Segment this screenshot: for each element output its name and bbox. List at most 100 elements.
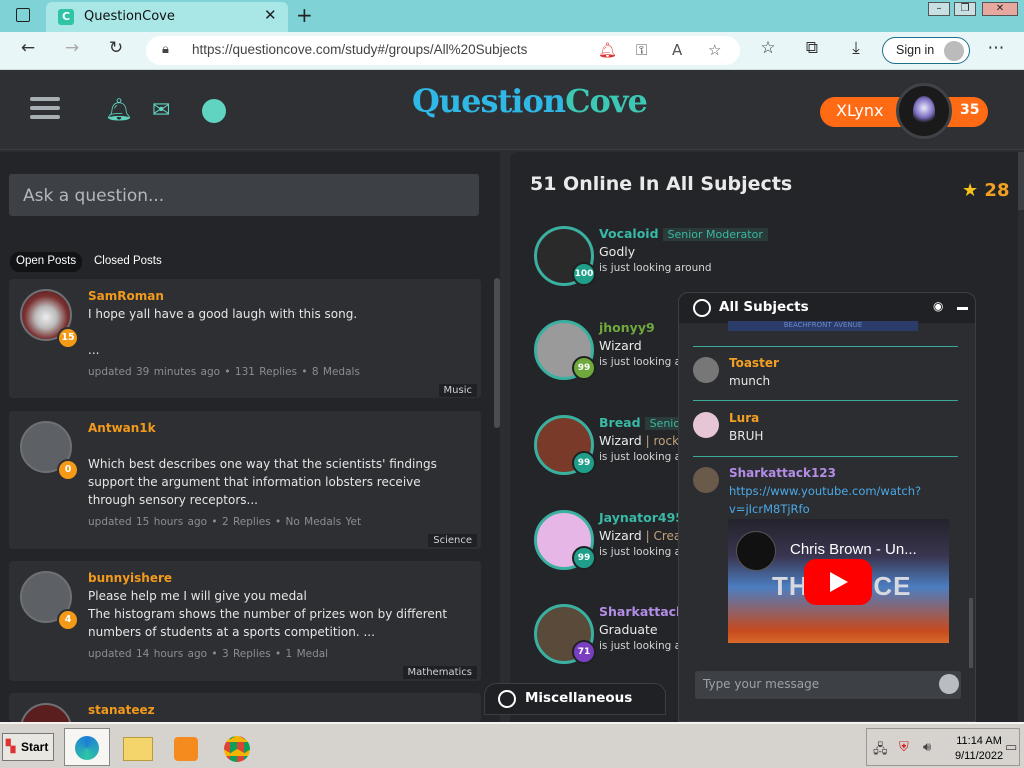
post-score-badge: 0: [57, 459, 79, 481]
tab-open-posts[interactable]: Open Posts: [10, 252, 83, 272]
edge-taskbar-icon[interactable]: [64, 728, 110, 766]
sign-in-button[interactable]: Sign in: [882, 37, 970, 64]
level-badge: 100: [572, 262, 596, 286]
stars-count: ★ 28: [962, 180, 1009, 201]
user-avatar[interactable]: [896, 83, 952, 139]
read-aloud-icon[interactable]: A: [672, 41, 682, 59]
post-category[interactable]: Music: [438, 384, 477, 397]
file-explorer-icon[interactable]: [114, 728, 160, 766]
online-user-title: Godly: [599, 244, 635, 259]
post-category[interactable]: Science: [428, 534, 477, 547]
post-card[interactable]: 0 Antwan1k Which best describes one way …: [9, 411, 481, 549]
ask-question-input[interactable]: Ask a question...: [9, 174, 479, 216]
youtube-embed[interactable]: THE ENCE Chris Brown - Un...: [728, 519, 949, 643]
video-title[interactable]: Chris Brown - Un...: [790, 541, 917, 558]
mail-icon[interactable]: ✉: [152, 98, 170, 123]
post-author[interactable]: SamRoman: [88, 289, 164, 303]
key-icon[interactable]: ⚿: [636, 41, 647, 59]
post-author[interactable]: Antwan1k: [88, 421, 156, 435]
chat-divider: [693, 346, 958, 347]
media-player-icon[interactable]: [164, 728, 210, 766]
chat-username[interactable]: Toaster: [729, 356, 779, 370]
logo-question: Question: [412, 82, 566, 120]
chat-avatar[interactable]: [693, 357, 719, 383]
online-user-name-text: Bread: [599, 415, 641, 430]
clock[interactable]: 11:14 AM 9/11/2022: [955, 734, 1003, 764]
chat-scrollbar[interactable]: [969, 598, 973, 668]
online-user-name[interactable]: jhonyy9: [599, 320, 655, 335]
post-card[interactable]: 15 SamRoman I hope yall have a good laug…: [9, 279, 481, 398]
network-icon[interactable]: 🖧: [873, 740, 888, 762]
chrome-taskbar-icon[interactable]: [214, 728, 260, 766]
emoji-icon[interactable]: [939, 674, 959, 694]
logo-cove: Cove: [565, 82, 648, 120]
favorites-icon[interactable]: ☆: [756, 38, 780, 58]
chat-username[interactable]: Sharkattack123: [729, 466, 836, 480]
minimize-window-button[interactable]: –: [928, 2, 950, 16]
notification-blocked-icon[interactable]: 🔔︎: [598, 41, 617, 59]
taskbar: ▚ Start 🖧 ⛨ 🔊︎ 11:14 AM 9/11/2022 ▭: [0, 722, 1024, 768]
forward-icon[interactable]: →: [60, 38, 84, 58]
back-icon[interactable]: ←: [16, 38, 40, 58]
post-card[interactable]: stanateez: [9, 693, 481, 722]
online-user-name-text: Jaynator495: [599, 510, 685, 525]
menu-icon[interactable]: [30, 97, 60, 119]
channel-avatar[interactable]: [736, 531, 776, 571]
address-bar[interactable]: 🔒︎ https://questioncove.com/study#/group…: [146, 36, 740, 65]
close-window-button[interactable]: ✕: [982, 2, 1018, 16]
bell-icon[interactable]: 🔔︎: [105, 98, 133, 123]
post-meta: updated 14 hours ago • 3 Replies • 1 Med…: [88, 648, 329, 660]
chat-header[interactable]: All Subjects ◉: [679, 293, 975, 323]
browser-tab[interactable]: C QuestionCove ✕: [46, 2, 288, 32]
online-user-name[interactable]: Vocaloid Senior Moderator: [599, 226, 768, 241]
questioncove-logo[interactable]: QuestionCove: [412, 82, 648, 120]
security-icon[interactable]: ⛨: [899, 740, 909, 755]
chat-message-link[interactable]: https://www.youtube.com/watch?v=jIcrM8Tj…: [729, 482, 939, 518]
misc-chat-tab[interactable]: Miscellaneous: [484, 683, 666, 715]
online-user-name[interactable]: Bread Senior: [599, 415, 690, 430]
refresh-icon[interactable]: ↻: [104, 38, 128, 58]
chat-avatar[interactable]: [693, 412, 719, 438]
online-user-title-text: Graduate: [599, 622, 658, 637]
post-score-badge: 4: [57, 609, 79, 631]
posts-scrollbar[interactable]: [494, 278, 500, 428]
url-text[interactable]: https://questioncove.com/study#/groups/A…: [192, 42, 527, 57]
chat-avatar[interactable]: [693, 467, 719, 493]
add-favorite-icon[interactable]: ☆: [708, 41, 721, 59]
page-scrollbar[interactable]: [1018, 152, 1024, 210]
system-tray: 🖧 ⛨ 🔊︎ 11:14 AM 9/11/2022 ▭: [866, 728, 1020, 766]
post-avatar[interactable]: [20, 703, 72, 722]
show-desktop-icon[interactable]: ▭: [1005, 740, 1017, 755]
new-tab-icon[interactable]: +: [296, 3, 313, 27]
hide-eye-icon[interactable]: ◉: [933, 299, 943, 313]
start-button[interactable]: ▚ Start: [2, 733, 54, 761]
chat-message-text: munch: [729, 374, 771, 388]
close-tab-icon[interactable]: ✕: [264, 6, 277, 24]
post-text-more: The histogram shows the number of prizes…: [88, 607, 448, 639]
downloads-icon[interactable]: ⤓: [844, 38, 868, 58]
online-user-title: Wizard | rock: [599, 433, 679, 448]
volume-icon[interactable]: 🔊︎: [923, 740, 931, 755]
chat-message-input[interactable]: Type your message: [695, 671, 961, 699]
tab-title: QuestionCove: [84, 9, 175, 24]
post-card[interactable]: 4 bunnyishere Please help me I will give…: [9, 561, 481, 681]
post-text-more: ...: [88, 343, 100, 357]
tab-closed-posts[interactable]: Closed Posts: [88, 252, 168, 272]
lock-icon[interactable]: 🔒︎: [162, 42, 169, 57]
post-author[interactable]: stanateez: [88, 703, 155, 717]
maximize-window-button[interactable]: ❐: [954, 2, 976, 16]
minimize-chat-icon[interactable]: [957, 307, 968, 310]
profile-icon[interactable]: [202, 99, 226, 123]
play-button-icon[interactable]: [804, 559, 872, 605]
clock-date: 9/11/2022: [955, 750, 1004, 762]
tab-actions-icon[interactable]: [16, 8, 30, 22]
online-user-title-text: Wizard: [599, 528, 642, 543]
online-user-status: is just looking a: [599, 451, 682, 463]
online-user-name[interactable]: Jaynator495: [599, 510, 684, 525]
post-category[interactable]: Mathematics: [402, 666, 477, 679]
chat-username[interactable]: Lura: [729, 411, 759, 425]
collections-icon[interactable]: ⧉: [800, 38, 824, 58]
more-menu-icon[interactable]: ⋯: [984, 38, 1008, 58]
post-author[interactable]: bunnyishere: [88, 571, 172, 585]
user-menu[interactable]: XLynx 35: [820, 83, 988, 139]
